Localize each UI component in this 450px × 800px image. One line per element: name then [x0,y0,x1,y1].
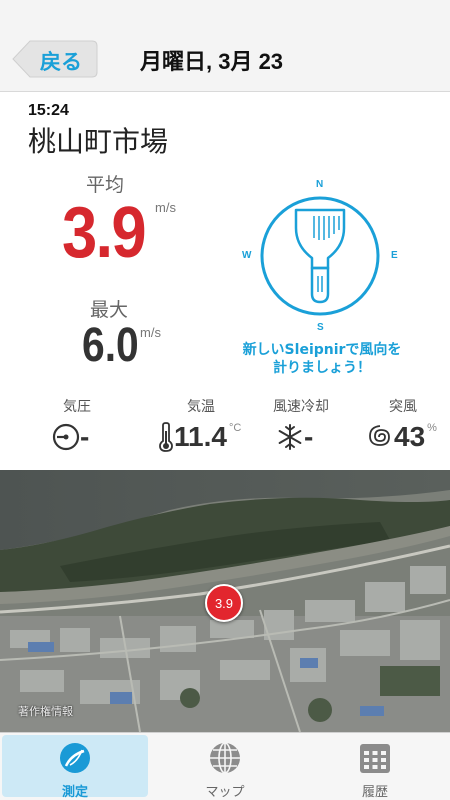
promo-line-1: 新しいSleipnirで風向を [242,342,402,358]
sleipnir-device-icon [294,208,346,304]
calendar-icon [360,744,390,773]
windchill-stat: - [276,420,313,454]
compass-south: S [317,322,324,333]
tab-bar: 測定 マップ 履歴 [0,732,450,800]
back-button[interactable]: 戻る [12,40,98,78]
humidity-unit: % [427,422,437,434]
location-name: 桃山町市場 [28,125,169,158]
compass-north: N [316,179,324,190]
temperature-stat: 11.4 °C [158,420,241,454]
max-unit: m/s [140,325,161,340]
spiral-icon [369,425,390,446]
snowflake-icon [278,424,302,450]
pressure-label: 気圧 [63,399,91,415]
humidity-value: 43 [394,421,426,452]
measurement-time: 15:24 [28,102,69,119]
sleipnir-promo-message[interactable]: 新しいSleipnirで風向を 計りましょう！ [232,341,412,377]
thermometer-icon [159,422,173,452]
map-copyright-link[interactable]: 著作権情報 [18,703,73,719]
tab-measure[interactable]: 測定 [0,733,150,800]
tab-history[interactable]: 履歴 [300,733,450,800]
tab-map-label: マップ [205,785,245,800]
barometer-icon [52,423,80,451]
humidity-stat: 43 % [364,420,437,454]
temperature-unit: °C [228,422,242,434]
temperature-value: 11.4 [174,421,227,452]
average-unit: m/s [155,200,176,215]
pressure-value: - [80,421,90,452]
max-wind-value: 6.0 [82,319,139,372]
temperature-label: 気温 [187,399,215,415]
humidity-label: 突風 [389,399,417,415]
compass-west: W [242,250,252,261]
tab-history-label: 履歴 [361,785,388,800]
pressure-stat: - [52,420,89,454]
compass-east: E [391,250,398,261]
back-label: 戻る [40,51,82,74]
wind-measurement-pin[interactable]: 3.9 [205,584,243,622]
tab-map[interactable]: マップ [150,733,300,800]
measure-tab-icon [60,743,90,773]
compass-dial [260,196,380,316]
promo-line-2: 計りましょう！ [273,360,371,376]
page-title: 月曜日, 3月 23 [140,49,284,74]
windchill-value: - [304,421,314,452]
globe-icon [210,742,240,774]
compass[interactable]: N E S W [240,176,400,336]
tab-measure-label: 測定 [61,785,88,800]
windchill-label: 風速冷却 [273,399,329,415]
average-wind-value: 3.9 [62,193,147,273]
navigation-bar: 戻る 月曜日, 3月 23 [0,0,450,92]
